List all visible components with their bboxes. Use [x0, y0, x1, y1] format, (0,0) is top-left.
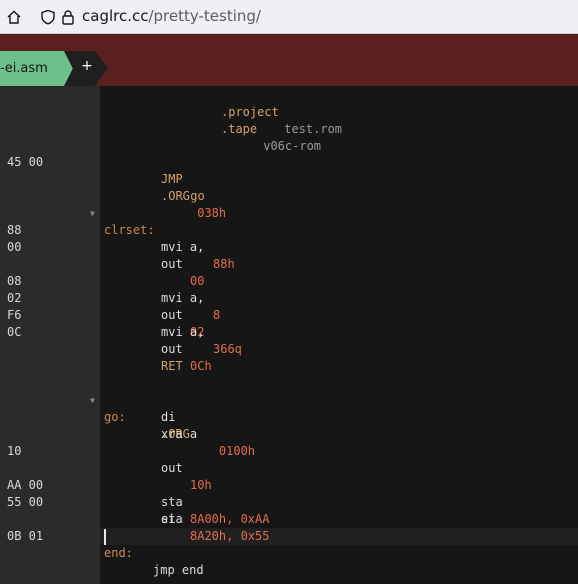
- hex-bytes: 10: [7, 444, 22, 458]
- code-line: RET: [0, 341, 578, 373]
- url-host: caglrc.cc: [82, 7, 149, 25]
- code-line: 08 mvi a, 8: [0, 256, 578, 322]
- instruction: RET: [161, 359, 183, 373]
- hex-bytes: 00: [7, 240, 22, 254]
- code-line: 10 out 10h: [0, 426, 578, 492]
- plus-icon: +: [81, 57, 93, 74]
- lock-icon: [62, 10, 74, 25]
- shield-icon: [41, 9, 55, 25]
- code-line: F6 mvi a, 366q: [0, 290, 578, 356]
- tracking-protection-button[interactable]: [38, 7, 58, 27]
- hex-bytes: 0B 01: [7, 529, 44, 543]
- tab-label: -ei.asm: [0, 61, 48, 76]
- operand: 8A20h, 0x55: [190, 529, 270, 543]
- operand: 0100h: [190, 444, 256, 458]
- instruction: mvi a,: [161, 325, 212, 339]
- code-line: .project test.rom: [0, 87, 578, 136]
- code-line: 0B 01 end: jmp end: [0, 511, 578, 577]
- hex-bytes: 45 00: [7, 155, 44, 169]
- code-line: ▼ clrset:: [0, 188, 578, 237]
- current-line-highlight: [100, 528, 578, 545]
- code-line: 00 out 00: [0, 222, 578, 288]
- editor-tab-bar: -ei.asm +: [0, 34, 578, 86]
- code-line: ▼ go: .ORG 0100h: [0, 375, 578, 458]
- code-line: 02 out 02: [0, 273, 578, 339]
- code-line: 88 mvi a, 88h: [0, 205, 578, 271]
- address-bar[interactable]: caglrc.cc/pretty-testing/: [82, 7, 261, 25]
- code-line: ei: [0, 494, 578, 526]
- home-icon: [7, 10, 21, 24]
- tab-active-file[interactable]: -ei.asm: [0, 51, 70, 86]
- instruction: mvi a,: [161, 240, 212, 254]
- code-line: 55 00 sta 8A20h, 0x55: [0, 477, 578, 543]
- operand: 0Ch: [190, 359, 212, 373]
- operand: test.rom: [277, 122, 343, 136]
- site-info-button[interactable]: [58, 7, 78, 27]
- code-line: AA 00 sta 8A00h, 0xAA: [0, 460, 578, 526]
- instruction: jmp end: [153, 563, 204, 577]
- code-line: di: [0, 392, 578, 424]
- browser-toolbar: caglrc.cc/pretty-testing/: [0, 0, 578, 34]
- code-line: .ORG 038h: [0, 171, 578, 220]
- label: end:: [104, 546, 133, 560]
- directive: .tape: [221, 122, 258, 136]
- code-line: 0C out 0Ch: [0, 307, 578, 373]
- hex-bytes: 0C: [7, 325, 22, 339]
- code-line: .tape v06c-rom: [0, 104, 578, 153]
- home-button[interactable]: [4, 7, 24, 27]
- code-line: xra a: [0, 409, 578, 441]
- url-path: /pretty-testing/: [148, 7, 261, 25]
- text-cursor: [104, 529, 106, 545]
- code-line: 45 00 JMP go: [0, 137, 578, 203]
